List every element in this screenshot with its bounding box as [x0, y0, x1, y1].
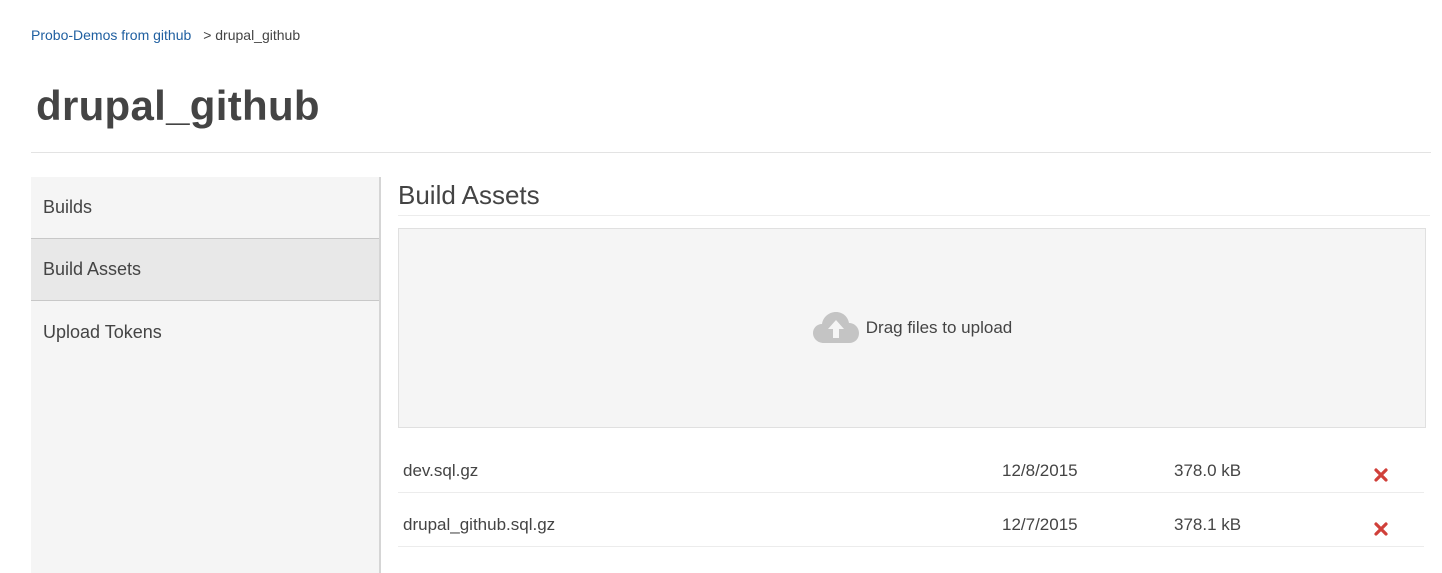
delete-x-icon[interactable]: [1373, 467, 1389, 483]
sidebar: Builds Build Assets Upload Tokens: [31, 177, 381, 573]
cloud-upload-icon: [812, 309, 860, 345]
section-divider: [398, 215, 1430, 216]
sidebar-item-builds[interactable]: Builds: [31, 177, 379, 239]
breadcrumb-separator: >: [203, 27, 212, 43]
asset-date: 12/7/2015: [1002, 515, 1078, 534]
section-title: Build Assets: [398, 180, 540, 210]
table-row: dev.sql.gz 12/8/2015 378.0 kB: [398, 439, 1424, 493]
sidebar-item-upload-tokens[interactable]: Upload Tokens: [31, 301, 379, 363]
breadcrumb-parent-link[interactable]: Probo-Demos from github: [31, 27, 191, 43]
sidebar-item-label: Builds: [43, 197, 93, 217]
asset-date: 12/8/2015: [1002, 461, 1078, 480]
dropzone-text: Drag files to upload: [865, 318, 1013, 337]
page-title: drupal_github: [36, 82, 320, 129]
asset-name: drupal_github.sql.gz: [403, 515, 556, 534]
file-dropzone[interactable]: Drag files to upload: [398, 228, 1426, 428]
sidebar-item-label: Build Assets: [43, 259, 142, 279]
breadcrumb: Probo-Demos from github > drupal_github: [31, 26, 300, 44]
delete-x-icon[interactable]: [1373, 521, 1389, 537]
sidebar-item-build-assets[interactable]: Build Assets: [31, 239, 379, 301]
table-row: drupal_github.sql.gz 12/7/2015 378.1 kB: [398, 493, 1424, 547]
breadcrumb-current: drupal_github: [215, 27, 301, 43]
title-divider: [31, 152, 1431, 153]
asset-name: dev.sql.gz: [403, 461, 479, 480]
sidebar-item-label: Upload Tokens: [43, 321, 162, 342]
asset-size: 378.0 kB: [1174, 461, 1242, 480]
asset-size: 378.1 kB: [1174, 515, 1242, 534]
